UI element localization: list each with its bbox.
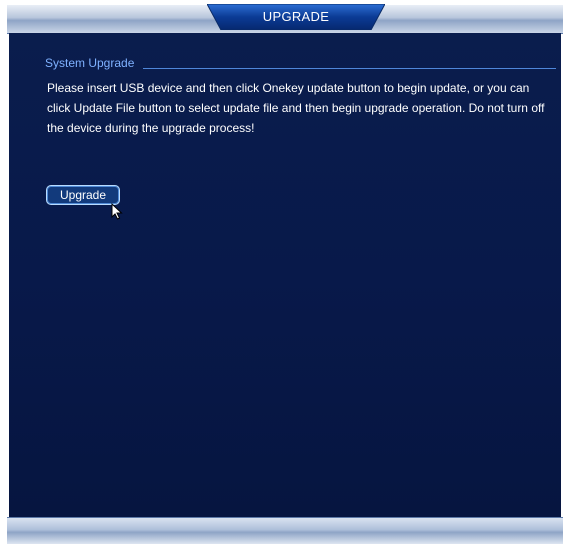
upgrade-window: UPGRADE System Upgrade Please insert USB… [7, 0, 563, 546]
title-tab: UPGRADE [207, 4, 385, 30]
section-title: System Upgrade [45, 56, 135, 70]
bottom-bar [7, 517, 563, 544]
page-title: UPGRADE [262, 9, 330, 24]
arrow-cursor-icon [111, 203, 123, 220]
upgrade-instructions: Please insert USB device and then click … [47, 81, 545, 135]
upgrade-button[interactable]: Upgrade [46, 185, 120, 205]
section-divider [143, 68, 556, 69]
